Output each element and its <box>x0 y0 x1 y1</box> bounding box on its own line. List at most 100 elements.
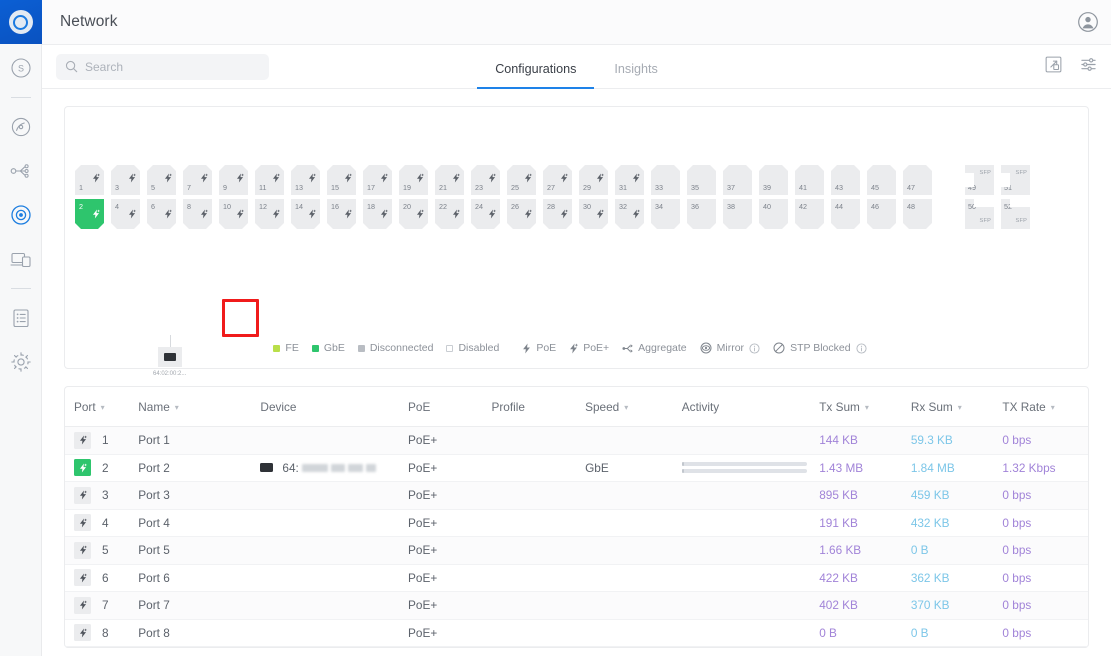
sidebar-item-settings[interactable] <box>0 340 42 384</box>
column-header-activity[interactable]: Activity <box>682 387 819 427</box>
port-tile-27[interactable]: 27 <box>543 165 572 195</box>
port-tile-36[interactable]: 36 <box>687 199 716 229</box>
port-tile-44[interactable]: 44 <box>831 199 860 229</box>
port-tile-39[interactable]: 39 <box>759 165 788 195</box>
port-tile-43[interactable]: 43 <box>831 165 860 195</box>
sidebar-item-topology[interactable] <box>0 149 42 193</box>
port-tile-46[interactable]: 46 <box>867 199 896 229</box>
port-tile-8[interactable]: 8 <box>183 199 212 229</box>
column-header-profile[interactable]: Profile <box>491 387 585 427</box>
port-tile-6[interactable]: 6 <box>147 199 176 229</box>
column-header-name[interactable]: Name▾ <box>138 387 260 427</box>
search-box[interactable] <box>56 54 269 80</box>
port-tile-52[interactable]: 52SFP <box>1001 199 1030 229</box>
port-tile-16[interactable]: 16 <box>327 199 356 229</box>
port-tile-37[interactable]: 37 <box>723 165 752 195</box>
port-tile-23[interactable]: 23 <box>471 165 500 195</box>
table-row[interactable]: 1 Port 1PoE+144 KB59.3 KB0 bps <box>65 427 1088 455</box>
cell-speed <box>585 619 682 647</box>
tab-insights[interactable]: Insights <box>596 62 675 89</box>
cell-port-number: 1 <box>102 433 109 447</box>
port-tile-40[interactable]: 40 <box>759 199 788 229</box>
sidebar-item-devices[interactable] <box>0 237 42 281</box>
column-header-poe[interactable]: PoE <box>408 387 491 427</box>
column-header-port[interactable]: Port▾ <box>65 387 138 427</box>
port-tile-50[interactable]: 50SFP <box>965 199 994 229</box>
table-head: Port▾ Name▾ Device PoE Profile Speed▾ Ac… <box>65 387 1088 427</box>
port-tile-20[interactable]: 20 <box>399 199 428 229</box>
port-tile-15[interactable]: 15 <box>327 165 356 195</box>
col-label-device: Device <box>260 400 296 414</box>
port-tile-41[interactable]: 41 <box>795 165 824 195</box>
port-tile-24[interactable]: 24 <box>471 199 500 229</box>
column-header-tx-sum[interactable]: Tx Sum▾ <box>819 387 911 427</box>
column-header-device[interactable]: Device <box>260 387 408 427</box>
port-tile-29[interactable]: 29 <box>579 165 608 195</box>
port-tile-19[interactable]: 19 <box>399 165 428 195</box>
port-tile-49[interactable]: 49SFP <box>965 165 994 195</box>
user-avatar-icon[interactable] <box>1077 11 1099 33</box>
port-tile-18[interactable]: 18 <box>363 199 392 229</box>
table-row[interactable]: 8 Port 8PoE+0 B0 B0 bps <box>65 619 1088 647</box>
info-icon[interactable] <box>856 343 867 354</box>
table-row[interactable]: 7 Port 7PoE+402 KB370 KB0 bps <box>65 592 1088 620</box>
port-tile-32[interactable]: 32 <box>615 199 644 229</box>
port-tile-34[interactable]: 34 <box>651 199 680 229</box>
port-tile-10[interactable]: 10 <box>219 199 248 229</box>
port-tile-47[interactable]: 47 <box>903 165 932 195</box>
port-tile-26[interactable]: 26 <box>507 199 536 229</box>
port-tile-2[interactable]: 2 <box>75 199 104 229</box>
port-tile-33[interactable]: 33 <box>651 165 680 195</box>
poe-plus-bolt-icon <box>452 206 460 224</box>
port-tile-28[interactable]: 28 <box>543 199 572 229</box>
port-tile-5[interactable]: 5 <box>147 165 176 195</box>
port-tile-30[interactable]: 30 <box>579 199 608 229</box>
table-row[interactable]: 3 Port 3PoE+895 KB459 KB0 bps <box>65 482 1088 510</box>
column-header-speed[interactable]: Speed▾ <box>585 387 682 427</box>
poe-plus-bolt-icon <box>308 170 316 188</box>
port-tile-22[interactable]: 22 <box>435 199 464 229</box>
filter-sliders-icon[interactable] <box>1080 56 1097 78</box>
search-input[interactable] <box>85 60 260 74</box>
port-tile-number: 13 <box>295 184 303 191</box>
unifi-logo-icon[interactable] <box>0 0 42 44</box>
port-tile-7[interactable]: 7 <box>183 165 212 195</box>
port-tile-38[interactable]: 38 <box>723 199 752 229</box>
port-tile-13[interactable]: 13 <box>291 165 320 195</box>
port-tile-51[interactable]: 51SFP <box>1001 165 1030 195</box>
port-tile-35[interactable]: 35 <box>687 165 716 195</box>
sidebar-item-site-selector[interactable]: S <box>0 46 42 90</box>
cell-speed <box>585 509 682 537</box>
port-tile-21[interactable]: 21 <box>435 165 464 195</box>
port-tile-9[interactable]: 9 <box>219 165 248 195</box>
port-tile-14[interactable]: 14 <box>291 199 320 229</box>
sidebar-item-network[interactable] <box>0 193 42 237</box>
port-tile-12[interactable]: 12 <box>255 199 284 229</box>
table-row[interactable]: 6 Port 6PoE+422 KB362 KB0 bps <box>65 564 1088 592</box>
cell-profile <box>491 564 585 592</box>
expand-panel-icon[interactable] <box>1045 56 1062 78</box>
port-tile-45[interactable]: 45 <box>867 165 896 195</box>
port-tile-48[interactable]: 48 <box>903 199 932 229</box>
cell-profile <box>491 482 585 510</box>
cell-speed <box>585 564 682 592</box>
port-tile-31[interactable]: 31 <box>615 165 644 195</box>
poe-plus-bolt-icon <box>452 170 460 188</box>
column-header-rx-sum[interactable]: Rx Sum▾ <box>911 387 1003 427</box>
column-header-tx-rate[interactable]: TX Rate▾ <box>1002 387 1088 427</box>
table-row[interactable]: 5 Port 5PoE+1.66 KB0 B0 bps <box>65 537 1088 565</box>
port-tile-17[interactable]: 17 <box>363 165 392 195</box>
tab-configurations[interactable]: Configurations <box>477 62 594 89</box>
port-tile-11[interactable]: 11 <box>255 165 284 195</box>
sidebar-item-wifi[interactable] <box>0 105 42 149</box>
port-tile-4[interactable]: 4 <box>111 199 140 229</box>
table-row[interactable]: 2 Port 2 64: PoE+GbE 1.43 MB1.84 MB1.32 … <box>65 454 1088 482</box>
port-tile-3[interactable]: 3 <box>111 165 140 195</box>
sidebar-item-logs[interactable] <box>0 296 42 340</box>
table-row[interactable]: 4 Port 4PoE+191 KB432 KB0 bps <box>65 509 1088 537</box>
port-tile-1[interactable]: 1 <box>75 165 104 195</box>
info-icon[interactable] <box>749 343 760 354</box>
port-tile-42[interactable]: 42 <box>795 199 824 229</box>
poe-plus-bolt-icon <box>380 170 388 188</box>
port-tile-25[interactable]: 25 <box>507 165 536 195</box>
